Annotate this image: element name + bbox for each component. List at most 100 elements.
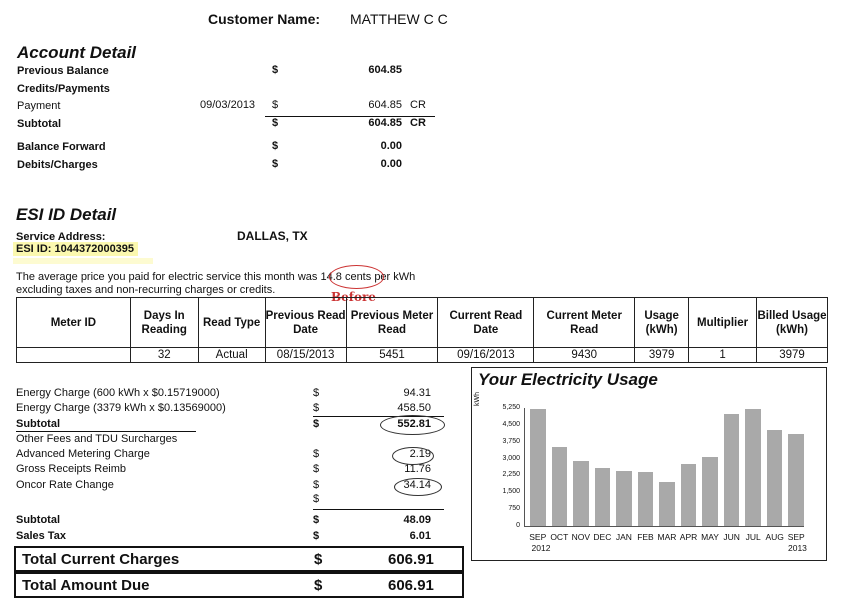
chart-x-tick: FEB	[637, 532, 654, 542]
account-detail-title: Account Detail	[17, 43, 137, 62]
meter-table-cell: 3979	[756, 347, 828, 363]
chart-y-tick: 0	[516, 522, 520, 529]
chart-x-tick: APR	[679, 532, 698, 542]
charge-label: Subtotal	[16, 514, 60, 526]
meter-table-cell	[16, 347, 131, 363]
meter-table-cell: 1	[688, 347, 758, 363]
meter-table-header-cell: Billed Usage (kWh)	[756, 297, 828, 348]
chart-bar	[702, 457, 718, 526]
meter-table-header-row: Meter ID Days In Reading Read Type Previous…	[16, 297, 828, 348]
total-amount-due-currency: $	[314, 577, 323, 594]
meter-table: Meter ID Days In Reading Read Type Previous…	[16, 297, 828, 363]
meter-table-cell: 08/15/2013	[264, 347, 347, 363]
meter-table-row: 32 Actual 08/15/2013 5451 09/16/2013 9430 3979…	[16, 347, 828, 363]
account-row-suffix: CR	[410, 99, 426, 111]
account-row-label: Subtotal	[17, 118, 61, 130]
chart-bar	[616, 470, 632, 526]
account-row-currency: $	[272, 99, 279, 111]
chart-bar	[551, 447, 568, 526]
esi-id: ESI ID: 1044372000395	[16, 243, 135, 255]
chart-bar	[594, 467, 611, 526]
meter-table-cell: 9430	[533, 347, 636, 363]
chart-y-tick: 2,250	[502, 471, 520, 479]
account-row-currency: $	[272, 140, 279, 152]
meter-table-header-cell: Previous Read Date	[264, 297, 347, 348]
chart-x-tick: OCT	[550, 532, 569, 542]
charges-rule	[313, 509, 444, 510]
chart-x-tick: SEP	[787, 532, 805, 542]
charge-label: Energy Charge (3379 kWh x $0.13569000)	[16, 402, 226, 414]
meter-table-header-cell: Multiplier	[688, 297, 758, 348]
chart-y-tick: 4,500	[502, 420, 520, 428]
other-fees-underline	[16, 431, 196, 432]
chart-x-tick: MAR	[657, 532, 677, 542]
chart-title: Your Electricity Usage	[478, 370, 658, 389]
subtotal-rule	[265, 116, 435, 117]
chart-bar	[788, 433, 804, 526]
chart-y-tick: 1,500	[502, 488, 520, 496]
charge-label: Other Fees and TDU Surcharges	[16, 433, 178, 445]
chart-bar	[745, 409, 761, 526]
charge-label: Advanced Metering Charge	[16, 448, 150, 460]
charge-currency: $	[313, 530, 320, 542]
account-row-currency: $	[272, 64, 279, 76]
meter-table-header-cell: Current Read Date	[437, 297, 535, 348]
charge-amount: 94.31	[403, 387, 431, 399]
chart-year-label: 2012	[531, 543, 551, 553]
charge-amount: 458.50	[397, 402, 431, 414]
average-price-prefix: The average price you paid for electric …	[16, 271, 318, 283]
chart-x-tick: MAY	[701, 532, 719, 542]
charge-amount: 11.76	[404, 463, 431, 475]
chart-ylabel: kWh	[474, 392, 481, 406]
chart-bar	[637, 472, 654, 526]
charge-currency: $	[313, 463, 320, 475]
meter-table-cell: 3979	[634, 347, 690, 363]
meter-table-cell: Actual	[197, 347, 266, 363]
usage-chart: Your Electricity Usage kWh 5,250 4,500 3,7…	[471, 367, 827, 561]
account-row-label: Balance Forward	[17, 141, 106, 153]
total-current-charges-box: Total Current Charges $ 606.91	[14, 546, 464, 572]
account-row-amount: 604.85	[368, 117, 402, 129]
total-current-charges-currency: $	[314, 551, 323, 568]
account-row-label: Credits/Payments	[17, 83, 110, 95]
total-amount-due-amount: 606.91	[388, 577, 434, 594]
charge-currency: $	[313, 493, 320, 505]
account-row-label: Previous Balance	[17, 65, 109, 77]
meter-table-cell: 09/16/2013	[437, 347, 535, 363]
chart-x-tick: NOV	[571, 532, 591, 542]
chart-x-tick: AUG	[765, 532, 784, 542]
highlight-mark	[13, 258, 153, 264]
chart-bar	[680, 464, 697, 526]
meter-table-cell: 5451	[345, 347, 439, 363]
chart-x-tick: DEC	[593, 532, 612, 542]
customer-name-label: Customer Name:	[208, 11, 321, 27]
account-row-label: Payment	[17, 100, 61, 112]
charge-currency: $	[313, 402, 320, 414]
charge-label: Energy Charge (600 kWh x $0.15719000)	[16, 387, 220, 399]
chart-y-tick: 3,750	[502, 437, 520, 445]
account-row-amount: 0.00	[380, 158, 402, 170]
account-row-currency: $	[272, 117, 279, 129]
chart-bar	[766, 430, 783, 526]
charge-amount: 6.01	[409, 530, 431, 542]
charge-label: Gross Receipts Reimb	[16, 463, 127, 475]
chart-bar	[530, 409, 546, 526]
account-row-suffix: CR	[410, 117, 426, 129]
meter-table-header-cell: Previous Meter Read	[345, 297, 439, 348]
meter-table-header-cell: Days In Reading	[129, 297, 199, 348]
esi-detail-title: ESI ID Detail	[16, 205, 117, 224]
charge-amount: 48.09	[403, 514, 431, 526]
chart-bar	[723, 413, 740, 526]
charge-label: Subtotal	[16, 418, 60, 430]
account-row-amount: 604.85	[368, 64, 402, 76]
annotation-oval	[392, 447, 434, 465]
meter-table-header-cell: Meter ID	[16, 297, 131, 348]
charge-currency: $	[313, 514, 320, 526]
chart-x-axis	[524, 526, 804, 527]
annotation-oval	[380, 415, 445, 435]
meter-table-header-cell: Usage (kWh)	[634, 297, 690, 348]
account-row-amount: 604.85	[368, 99, 402, 111]
chart-y-tick: 5,250	[502, 404, 520, 411]
charge-label: Sales Tax	[16, 530, 66, 542]
chart-year-label: 2013	[787, 543, 807, 553]
